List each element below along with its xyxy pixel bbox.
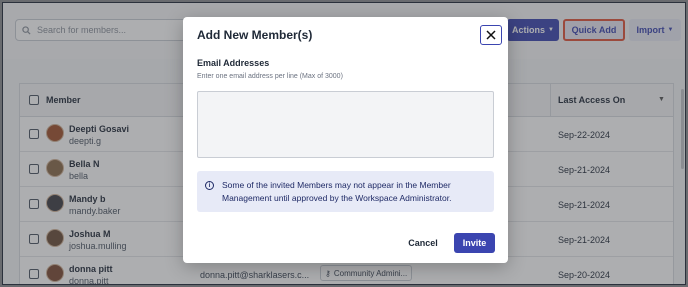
invite-button[interactable]: Invite <box>454 233 495 253</box>
info-icon: i <box>205 181 214 190</box>
close-button[interactable] <box>480 25 502 45</box>
close-icon <box>486 30 496 40</box>
cancel-button[interactable]: Cancel <box>402 234 444 252</box>
email-addresses-textarea[interactable] <box>197 91 494 158</box>
dialog-title: Add New Member(s) <box>197 28 313 42</box>
info-banner: i Some of the invited Members may not ap… <box>197 171 494 212</box>
add-member-dialog: Add New Member(s) Email Addresses Enter … <box>183 17 508 263</box>
info-message: Some of the invited Members may not appe… <box>222 180 452 203</box>
email-addresses-hint: Enter one email address per line (Max of… <box>197 73 343 80</box>
email-addresses-label: Email Addresses <box>197 58 270 68</box>
